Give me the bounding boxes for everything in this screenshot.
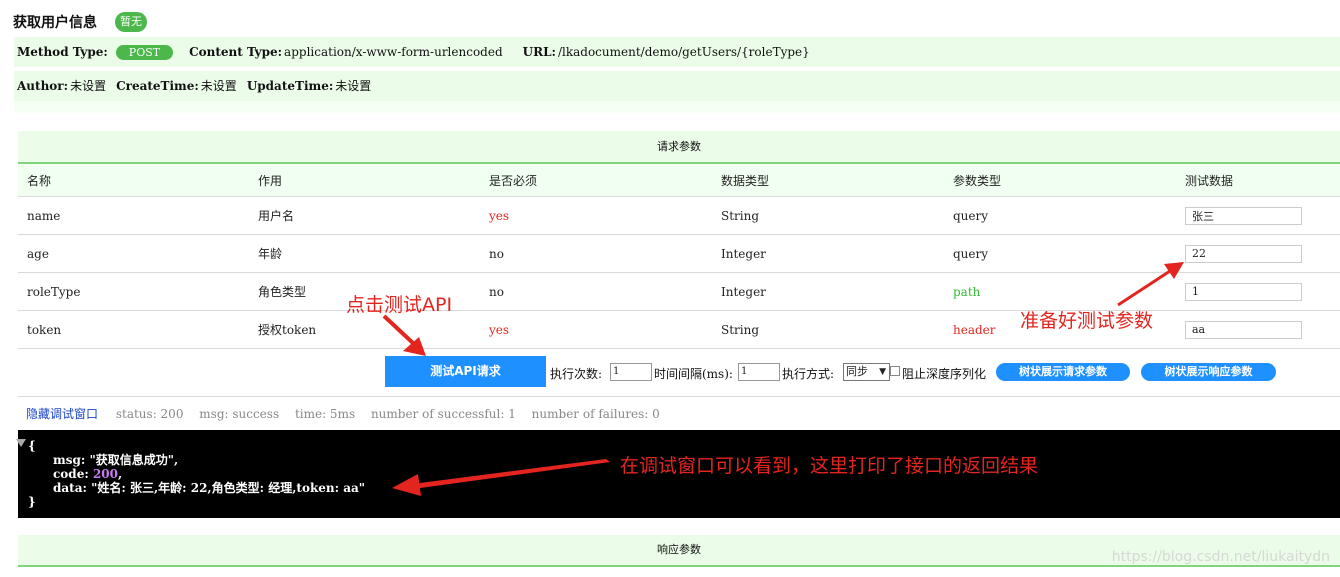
arrow-prepare-params — [1117, 262, 1184, 307]
arrow-click-test — [382, 314, 426, 356]
arrow-see-result — [392, 459, 610, 496]
watermark: https://blog.csdn.net/liukaitydn — [1111, 549, 1330, 565]
annotation-arrows — [382, 262, 1184, 496]
